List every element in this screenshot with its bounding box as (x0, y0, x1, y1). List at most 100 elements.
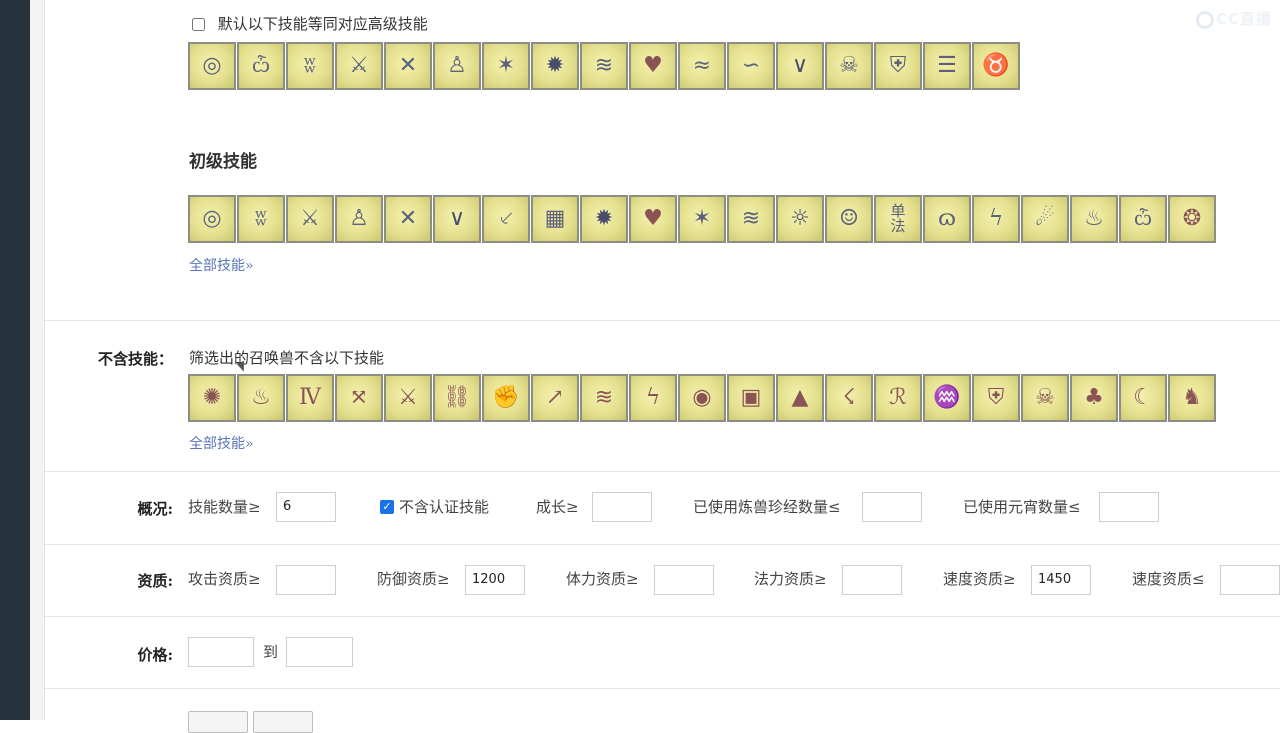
advanced-skill-icons: ◎ ѽ ʬ ⚔ ✕ ♙ ✶ ✹ ≋ ♥ ≈ ∽ ∨ ☠ ⛨ ☰ ♉ (188, 42, 1020, 90)
beast-book-input[interactable] (862, 492, 922, 522)
dragon-icon[interactable]: ♒ (923, 374, 971, 422)
flame-icon[interactable]: ♨ (1070, 195, 1118, 243)
divider (45, 616, 1280, 617)
no-cert-checkbox[interactable]: ✓ (380, 500, 394, 514)
sword-dance-icon[interactable]: ⚔ (384, 374, 432, 422)
no-cert-label: 不含认证技能 (399, 498, 490, 516)
left-dark-bar (0, 0, 30, 720)
stamina-aptitude-input[interactable] (654, 565, 714, 595)
skill-count-label: 技能数量≥ (188, 498, 261, 516)
magic-aptitude-label: 法力资质≥ (754, 570, 827, 588)
chain-icon[interactable]: ⛓ (433, 374, 481, 422)
watermark-text: CC直播 (1215, 10, 1272, 28)
overview-label: 概况: (137, 500, 173, 518)
speed-max-input[interactable] (1220, 565, 1280, 595)
fist-icon[interactable]: ✊ (482, 374, 530, 422)
dancer-icon[interactable]: ♞ (1168, 374, 1216, 422)
partial-button[interactable] (253, 711, 313, 733)
sword-icon[interactable]: ⚔ (286, 195, 334, 243)
eye-icon[interactable]: ◎ (188, 195, 236, 243)
lightning-burst-icon[interactable]: ✶ (482, 42, 530, 90)
storm-icon[interactable]: ☇ (825, 374, 873, 422)
swirl-icon[interactable]: ɷ (923, 195, 971, 243)
heart-shield-icon[interactable]: ♥ (629, 42, 677, 90)
owl-icon[interactable]: ѽ (1119, 195, 1167, 243)
divider (45, 320, 1280, 321)
claw-icon[interactable]: ≈ (678, 42, 726, 90)
shield-icon[interactable]: ⛨ (874, 42, 922, 90)
spear-icon[interactable]: ↗ (531, 374, 579, 422)
glyph-icon[interactable]: ℛ (874, 374, 922, 422)
speed-min-label: 速度资质≥ (943, 570, 1016, 588)
lightning-burst-icon[interactable]: ✶ (678, 195, 726, 243)
arrows-icon[interactable]: ⤧ (335, 374, 383, 422)
excluded-all-skills-link[interactable]: 全部技能» (189, 433, 254, 453)
speed-max-label: 速度资质≤ (1132, 570, 1205, 588)
basic-all-skills-link[interactable]: 全部技能» (189, 255, 254, 275)
figure-icon[interactable]: ♙ (433, 42, 481, 90)
cc-logo-icon (1195, 10, 1214, 29)
crossed-swords-icon[interactable]: ✕ (384, 42, 432, 90)
attack-aptitude-input[interactable] (276, 565, 336, 595)
default-advanced-checkbox[interactable] (192, 18, 205, 31)
price-label: 价格: (137, 646, 173, 664)
divider (45, 688, 1280, 689)
mountain-icon[interactable]: ♨ (237, 374, 285, 422)
rune-icon[interactable]: ≋ (580, 374, 628, 422)
lightning-bolt-icon[interactable]: ϟ (972, 195, 1020, 243)
divider (45, 471, 1280, 472)
pyramid-icon[interactable]: ▲ (776, 374, 824, 422)
maze-icon[interactable]: ▣ (727, 374, 775, 422)
wing-icon[interactable]: ∨ (433, 195, 481, 243)
skill-count-input[interactable]: 6 (276, 492, 336, 522)
price-max-input[interactable] (286, 637, 353, 667)
mouth-icon[interactable]: ʬ (237, 195, 285, 243)
meteor-icon[interactable]: ☄ (1021, 195, 1069, 243)
tree-icon[interactable]: ♣ (1070, 374, 1118, 422)
ghost-icon[interactable]: ☺ (825, 195, 873, 243)
wing-icon[interactable]: ∨ (776, 42, 824, 90)
crossed-swords-icon[interactable]: ✕ (384, 195, 432, 243)
heart-shield-icon[interactable]: ♥ (629, 195, 677, 243)
divider (45, 544, 1280, 545)
stamina-aptitude-label: 体力资质≥ (566, 570, 639, 588)
aptitude-label: 资质: (137, 572, 173, 590)
figure-icon[interactable]: ♙ (335, 195, 383, 243)
blade-icon[interactable]: ⸔ (482, 195, 530, 243)
scroll-icon[interactable]: ☰ (923, 42, 971, 90)
mandala-icon[interactable]: ❂ (1168, 195, 1216, 243)
blast-icon[interactable]: ☼ (776, 195, 824, 243)
default-advanced-label: 默认以下技能等同对应高级技能 (217, 15, 428, 33)
sword-icon[interactable]: ⚔ (335, 42, 383, 90)
eye-sigil-icon[interactable]: ◉ (678, 374, 726, 422)
eye-icon[interactable]: ◎ (188, 42, 236, 90)
explosion-icon[interactable]: ✹ (531, 42, 579, 90)
skull-icon[interactable]: ☠ (825, 42, 873, 90)
wind-icon[interactable]: ∽ (727, 42, 775, 90)
magic-aptitude-input[interactable] (842, 565, 902, 595)
partial-button[interactable] (188, 711, 248, 733)
speed-min-input[interactable]: 1450 (1031, 565, 1091, 595)
yuanxiao-input[interactable] (1099, 492, 1159, 522)
mask-icon[interactable]: ♉ (972, 42, 1020, 90)
cage-icon[interactable]: ▦ (531, 195, 579, 243)
signal-wave-icon[interactable]: ≋ (727, 195, 775, 243)
seal-icon[interactable]: ✺ (188, 374, 236, 422)
twin-skull-icon[interactable]: ☠ (1021, 374, 1069, 422)
single-spell-icon[interactable]: 单法 (874, 195, 922, 243)
defense-aptitude-input[interactable]: 1200 (465, 565, 525, 595)
shield-wall-icon[interactable]: Ⅳ (286, 374, 334, 422)
price-min-input[interactable] (188, 637, 254, 667)
thunder-claw-icon[interactable]: ϟ (629, 374, 677, 422)
crescent-icon[interactable]: ☾ (1119, 374, 1167, 422)
left-page-edge (30, 0, 45, 720)
stream-watermark: CC直播 (1195, 8, 1272, 29)
excluded-skills-hint: 筛选出的召唤兽不含以下技能 (189, 349, 385, 367)
growth-input[interactable] (592, 492, 652, 522)
guard-icon[interactable]: ⛨ (972, 374, 1020, 422)
basic-skill-icons: ◎ ʬ ⚔ ♙ ✕ ∨ ⸔ ▦ ✹ ♥ ✶ ≋ ☼ ☺ 单法 ɷ ϟ ☄ ♨ ѽ… (188, 195, 1216, 243)
mouth-icon[interactable]: ʬ (286, 42, 334, 90)
owl-icon[interactable]: ѽ (237, 42, 285, 90)
explosion-icon[interactable]: ✹ (580, 195, 628, 243)
signal-wave-icon[interactable]: ≋ (580, 42, 628, 90)
